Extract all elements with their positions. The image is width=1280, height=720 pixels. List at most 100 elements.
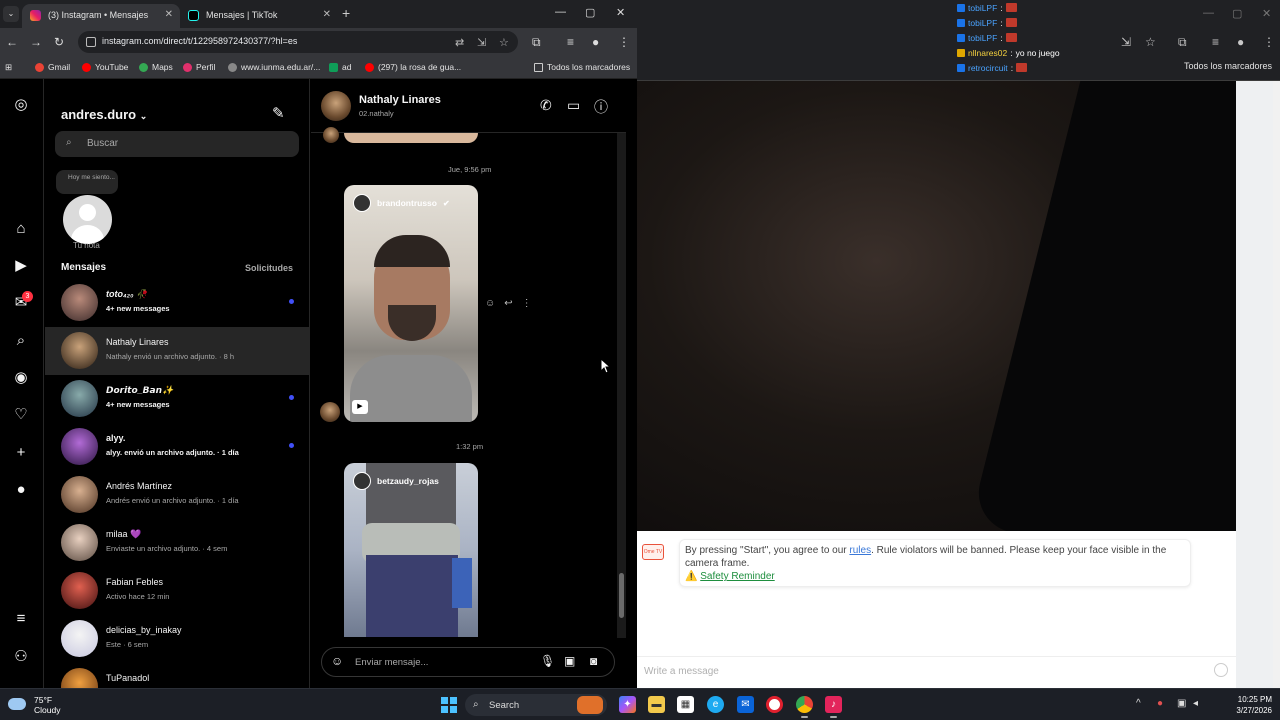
taskbar-search[interactable]: ⌕ Search (465, 694, 607, 716)
more-menu-icon[interactable]: ≡ (11, 609, 31, 629)
rules-link[interactable]: rules (849, 545, 871, 556)
requests-link[interactable]: Solicitudes (245, 263, 293, 273)
chrome-icon[interactable] (796, 696, 813, 718)
profile-icon[interactable]: ● (592, 35, 599, 49)
avatar[interactable] (321, 91, 351, 121)
explore-icon[interactable]: ◉ (11, 368, 31, 388)
reply-icon[interactable]: ↩ (504, 298, 512, 309)
forward-icon[interactable]: → (30, 35, 42, 49)
your-note-avatar[interactable] (63, 195, 112, 244)
volume-icon[interactable]: ◂ (1193, 698, 1198, 709)
react-icon[interactable]: ☺ (485, 298, 495, 309)
store-icon[interactable]: ▦ (677, 696, 694, 713)
windows-start-icon[interactable] (441, 697, 457, 713)
conversation-item[interactable]: 𝘿𝙤𝙧𝙞𝙩𝙤_𝘽𝙖𝙣✨ 4+ new messages (45, 375, 309, 423)
back-icon[interactable]: ← (6, 35, 18, 49)
bookmark-gmail[interactable]: Gmail (35, 62, 70, 72)
translate-icon[interactable]: ⇄ (455, 36, 464, 49)
bookmark-perfil[interactable]: Perfil (183, 62, 215, 72)
shared-reel[interactable]: betzaudy_rojas (344, 463, 478, 637)
scrollbar[interactable] (1273, 81, 1280, 688)
tab-tiktok[interactable]: Mensajes | TikTok ✕ (180, 4, 338, 28)
create-icon[interactable]: + (11, 443, 31, 463)
close-tab-icon[interactable]: ✕ (165, 9, 173, 20)
bookmark-rosa[interactable]: (297) la rosa de gua... (365, 62, 461, 72)
search-input[interactable]: ⌕ Buscar (55, 131, 299, 157)
star-icon[interactable]: ☆ (499, 36, 509, 49)
site-info-icon[interactable] (86, 37, 96, 47)
tiktok-app-icon[interactable]: ♪ (825, 696, 842, 718)
bookmark-maps[interactable]: Maps (139, 62, 173, 72)
conversation-item[interactable]: Fabian Febles Activo hace 12 min (45, 567, 309, 615)
emoji-icon[interactable] (1214, 663, 1228, 677)
avatar (61, 668, 98, 688)
close-window-icon[interactable]: ✕ (616, 6, 625, 19)
more-options-icon[interactable]: ⋮ (522, 298, 532, 309)
media-icon[interactable]: ≡ (1212, 35, 1219, 49)
chevron-up-icon[interactable]: ^ (1136, 698, 1141, 709)
conversation-item[interactable]: toto₄₂₀ 🥀 4+ new messages (45, 279, 309, 327)
account-switcher[interactable]: andres.duro ⌄ (61, 107, 147, 122)
shared-reel[interactable]: brandontrusso ✔ ▶ (344, 185, 478, 422)
close-tab-icon[interactable]: ✕ (323, 9, 331, 20)
instagram-logo-icon[interactable]: ◎ (11, 95, 31, 115)
mail-icon[interactable]: ✉ (737, 696, 754, 713)
bookmark-youtube[interactable]: YouTube (82, 62, 128, 72)
conversation-item-selected[interactable]: Nathaly Linares Nathaly envió un archivo… (45, 327, 309, 375)
profile-icon[interactable]: ● (11, 480, 31, 500)
media-controls-icon[interactable]: ≡ (567, 35, 574, 49)
edge-icon[interactable]: e (707, 696, 724, 713)
profile-icon[interactable]: ● (1237, 35, 1244, 49)
all-bookmarks[interactable]: Todos los marcadores (534, 62, 630, 72)
previous-reel-thumbnail[interactable] (344, 133, 478, 143)
microphone-icon[interactable]: 🎙 (540, 654, 555, 668)
clock[interactable]: 10:25 PM 3/27/2026 (1236, 694, 1272, 716)
bookmark-iunma[interactable]: www.iunma.edu.ar/... (228, 62, 320, 72)
video-call-icon[interactable]: ▭ (567, 97, 580, 114)
conversation-item[interactable]: TuPanadol (45, 663, 309, 688)
opera-icon[interactable] (766, 696, 783, 713)
image-icon[interactable]: ▣ (564, 654, 575, 668)
thread-contact-name[interactable]: Nathaly Linares (359, 94, 441, 106)
write-message-input[interactable]: Write a message (637, 656, 1236, 686)
all-bookmarks-link[interactable]: Todos los marcadores (1184, 61, 1272, 71)
address-bar[interactable]: instagram.com/direct/t/122958972430377/?… (78, 31, 518, 53)
new-message-icon[interactable]: ✎ (272, 104, 285, 122)
menu-icon[interactable]: ⋮ (1263, 35, 1275, 49)
conversation-item[interactable]: alyy. alyy. envió un archivo adjunto. · … (45, 423, 309, 471)
conversation-item[interactable]: Andrés Martínez Andrés envió un archivo … (45, 471, 309, 519)
home-icon[interactable]: ⌂ (11, 219, 31, 239)
info-icon[interactable]: ⓘ (594, 97, 608, 117)
microphone-icon[interactable]: ● (1157, 698, 1163, 709)
phone-icon[interactable]: ✆ (540, 97, 552, 114)
extensions-icon[interactable]: ⧉ (532, 35, 541, 50)
threads-icon[interactable]: ⚇ (11, 647, 31, 667)
reels-icon[interactable]: ▶ (11, 256, 31, 276)
new-tab-icon[interactable]: + (342, 5, 350, 21)
maximize-icon[interactable]: ▢ (1232, 7, 1242, 20)
file-explorer-icon[interactable]: ▬ (648, 696, 665, 713)
apps-icon[interactable]: ⊞ (5, 62, 12, 73)
note-bubble[interactable]: Hoy me siento... (56, 170, 118, 194)
maximize-icon[interactable]: ▢ (585, 6, 595, 19)
conversation-item[interactable]: milaa 💜 Enviaste un archivo adjunto. · 4… (45, 519, 309, 567)
bookmark-ad[interactable]: ad (329, 62, 351, 72)
reload-icon[interactable]: ↻ (54, 35, 64, 49)
emoji-icon[interactable]: ☺ (331, 654, 343, 668)
copilot-icon[interactable]: ✦ (619, 696, 636, 713)
close-icon[interactable]: ✕ (1262, 7, 1271, 20)
minimize-icon[interactable]: — (555, 6, 566, 18)
menu-icon[interactable]: ⋮ (618, 35, 630, 49)
heart-icon[interactable]: ♡ (11, 405, 31, 425)
search-icon[interactable]: ⌕ (11, 331, 31, 351)
message-composer[interactable]: ☺ Enviar mensaje... 🎙 ▣ ◙ (321, 647, 615, 677)
tab-search-icon[interactable]: ⌄ (3, 6, 19, 22)
sticker-icon[interactable]: ◙ (590, 654, 597, 668)
thread-scrollbar[interactable] (617, 133, 626, 638)
conversation-item[interactable]: delicias_by_inakay Este · 6 sem (45, 615, 309, 663)
install-icon[interactable]: ⇲ (477, 36, 486, 49)
safety-reminder-link[interactable]: Safety Reminder (700, 571, 774, 582)
network-icon[interactable]: ▣ (1177, 698, 1186, 709)
tab-instagram[interactable]: (3) Instagram • Mensajes ✕ (22, 4, 180, 28)
minimize-icon[interactable]: — (1203, 7, 1214, 19)
